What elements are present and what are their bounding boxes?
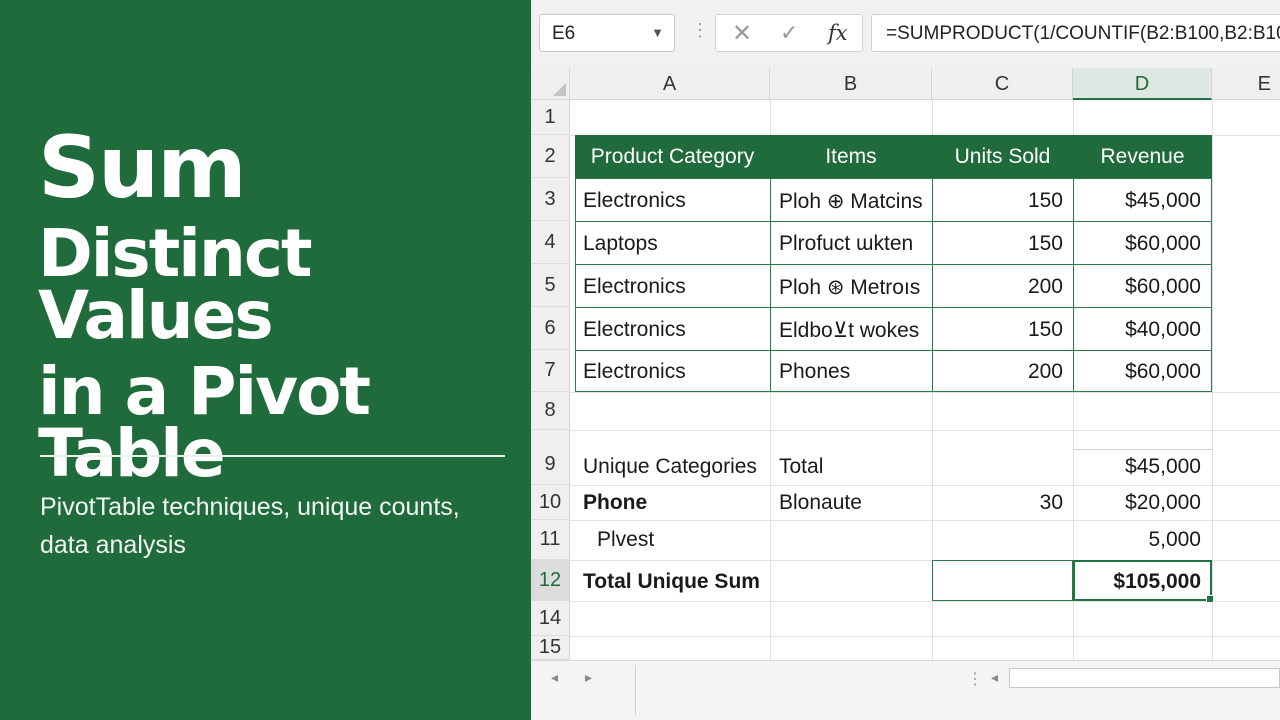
promo-divider bbox=[40, 455, 505, 457]
table-cell[interactable]: $60,000 bbox=[1073, 275, 1201, 299]
table-cell[interactable]: Electronics bbox=[583, 318, 686, 342]
row-header-6[interactable]: 6 bbox=[531, 307, 570, 350]
name-box-value: E6 bbox=[552, 23, 576, 44]
table-cell[interactable]: $60,000 bbox=[1073, 360, 1201, 384]
row-header-12[interactable]: 12 bbox=[531, 560, 570, 601]
table-cell[interactable]: Ploh ⊛ Metroıs bbox=[779, 275, 920, 300]
table-header-units-sold[interactable]: Units Sold bbox=[932, 135, 1073, 178]
table-cell[interactable]: Electronics bbox=[583, 275, 686, 299]
scroll-left-icon[interactable]: ◂ bbox=[991, 669, 998, 686]
grid-line bbox=[570, 485, 1280, 486]
promo-title-line-3: in a Pivot Table bbox=[38, 352, 371, 492]
spreadsheet: E6 ▼ ⋮ ✕ ✓ fx =SUMPRODUCT(1/COUNTIF(B2:B… bbox=[531, 0, 1280, 720]
table-border bbox=[770, 178, 771, 392]
select-all-corner[interactable] bbox=[531, 68, 570, 100]
table-header-product-category[interactable]: Product Category bbox=[575, 135, 770, 178]
chevron-down-icon[interactable]: ▼ bbox=[651, 25, 664, 40]
sheet-tab-bar: ◂ ▸ ⋮ ◂ bbox=[531, 660, 1280, 720]
formula-bar: E6 ▼ ⋮ ✕ ✓ fx =SUMPRODUCT(1/COUNTIF(B2:B… bbox=[531, 0, 1280, 69]
table-cell[interactable]: Ploh ⊕ Matcins bbox=[779, 189, 923, 214]
grid-line bbox=[1212, 100, 1213, 660]
summary-cell[interactable]: 30 bbox=[932, 491, 1063, 515]
splitter-handle-icon[interactable]: ⋮ bbox=[967, 669, 983, 689]
drag-handle-icon[interactable]: ⋮ bbox=[691, 20, 709, 41]
table-header-revenue[interactable]: Revenue bbox=[1073, 135, 1212, 178]
horizontal-scrollbar[interactable] bbox=[1009, 668, 1280, 688]
promo-title-line-1: Sum bbox=[38, 118, 247, 218]
formula-text: =SUMPRODUCT(1/COUNTIF(B2:B100,B2:B100)) bbox=[886, 23, 1280, 44]
table-border bbox=[575, 307, 1212, 308]
table-cell[interactable]: 150 bbox=[932, 318, 1063, 342]
table-cell[interactable]: 150 bbox=[932, 232, 1063, 256]
grid-line bbox=[570, 520, 1280, 521]
insert-function-icon[interactable]: fx bbox=[828, 21, 848, 45]
scroll-right-icon[interactable]: ▸ bbox=[585, 669, 592, 686]
summary-cell-c12[interactable] bbox=[932, 560, 1073, 601]
table-header-items[interactable]: Items bbox=[770, 135, 932, 178]
promo-panel: Sum Distinct Values in a Pivot Table Piv… bbox=[0, 0, 531, 720]
summary-cell[interactable]: $20,000 bbox=[1073, 491, 1201, 515]
table-border bbox=[575, 264, 1212, 265]
summary-cell[interactable]: Blonaute bbox=[779, 491, 862, 515]
grid-line bbox=[570, 636, 1280, 637]
table-cell[interactable]: Electronics bbox=[583, 360, 686, 384]
enter-icon[interactable]: ✓ bbox=[780, 20, 798, 46]
table-border bbox=[575, 350, 1212, 351]
row-header-14[interactable]: 14 bbox=[531, 601, 570, 636]
grid-line bbox=[570, 392, 1280, 393]
row-header-3[interactable]: 3 bbox=[531, 178, 570, 221]
summary-cell[interactable]: Total bbox=[779, 455, 823, 479]
row-header-15[interactable]: 15 bbox=[531, 636, 570, 660]
column-header-c[interactable]: C bbox=[932, 68, 1073, 100]
table-header-row: Product Category Items Units Sold Revenu… bbox=[575, 135, 1212, 178]
summary-cell[interactable]: Unique Categories bbox=[583, 455, 757, 479]
column-header-b[interactable]: B bbox=[770, 68, 932, 100]
promo-title: Sum Distinct Values in a Pivot Table bbox=[38, 118, 518, 492]
table-cell[interactable]: 200 bbox=[932, 360, 1063, 384]
promo-subtitle: PivotTable techniques, unique counts, da… bbox=[40, 493, 460, 559]
total-unique-sum-value[interactable]: $105,000 bbox=[1073, 570, 1201, 594]
grid-line bbox=[570, 601, 1280, 602]
table-cell[interactable]: $40,000 bbox=[1073, 318, 1201, 342]
table-cell[interactable]: Laptops bbox=[583, 232, 658, 256]
table-cell[interactable]: $45,000 bbox=[1073, 189, 1201, 213]
column-header-a[interactable]: A bbox=[570, 68, 770, 100]
column-header-d[interactable]: D bbox=[1073, 68, 1212, 100]
summary-cell[interactable]: Phone bbox=[583, 491, 647, 515]
table-cell[interactable]: Eldbo⊻t wokes bbox=[779, 318, 919, 343]
row-header-11[interactable]: 11 bbox=[531, 520, 570, 560]
promo-title-line-2: Distinct Values bbox=[38, 214, 313, 354]
fill-handle[interactable] bbox=[1206, 595, 1214, 603]
cell-border bbox=[1073, 449, 1212, 450]
divider bbox=[635, 665, 636, 715]
column-header-e[interactable]: E bbox=[1212, 68, 1280, 100]
row-header-4[interactable]: 4 bbox=[531, 221, 570, 264]
cancel-icon[interactable]: ✕ bbox=[732, 19, 752, 48]
row-header-9[interactable]: 9 bbox=[531, 430, 570, 485]
summary-cell[interactable]: 5,000 bbox=[1073, 528, 1201, 552]
table-cell[interactable]: Plrofuct ɯkten bbox=[779, 232, 913, 256]
table-cell[interactable]: 150 bbox=[932, 189, 1063, 213]
table-cell[interactable]: $60,000 bbox=[1073, 232, 1201, 256]
table-cell[interactable]: Phones bbox=[779, 360, 850, 384]
scroll-left-icon[interactable]: ◂ bbox=[551, 669, 558, 686]
row-header-10[interactable]: 10 bbox=[531, 485, 570, 520]
summary-cell[interactable]: Plvest bbox=[597, 528, 654, 552]
formula-buttons: ✕ ✓ fx bbox=[715, 14, 863, 52]
row-header-2[interactable]: 2 bbox=[531, 135, 570, 178]
name-box[interactable]: E6 ▼ bbox=[539, 14, 675, 52]
row-header-1[interactable]: 1 bbox=[531, 100, 570, 135]
table-border bbox=[575, 221, 1212, 222]
summary-cell[interactable]: $45,000 bbox=[1073, 455, 1201, 479]
table-cell[interactable]: 200 bbox=[932, 275, 1063, 299]
total-unique-sum-label[interactable]: Total Unique Sum bbox=[583, 570, 760, 594]
formula-input[interactable]: =SUMPRODUCT(1/COUNTIF(B2:B100,B2:B100)) bbox=[871, 14, 1280, 52]
row-header-7[interactable]: 7 bbox=[531, 350, 570, 392]
row-header-5[interactable]: 5 bbox=[531, 264, 570, 307]
table-cell[interactable]: Electronics bbox=[583, 189, 686, 213]
grid-line bbox=[570, 430, 1280, 431]
row-header-8[interactable]: 8 bbox=[531, 392, 570, 430]
